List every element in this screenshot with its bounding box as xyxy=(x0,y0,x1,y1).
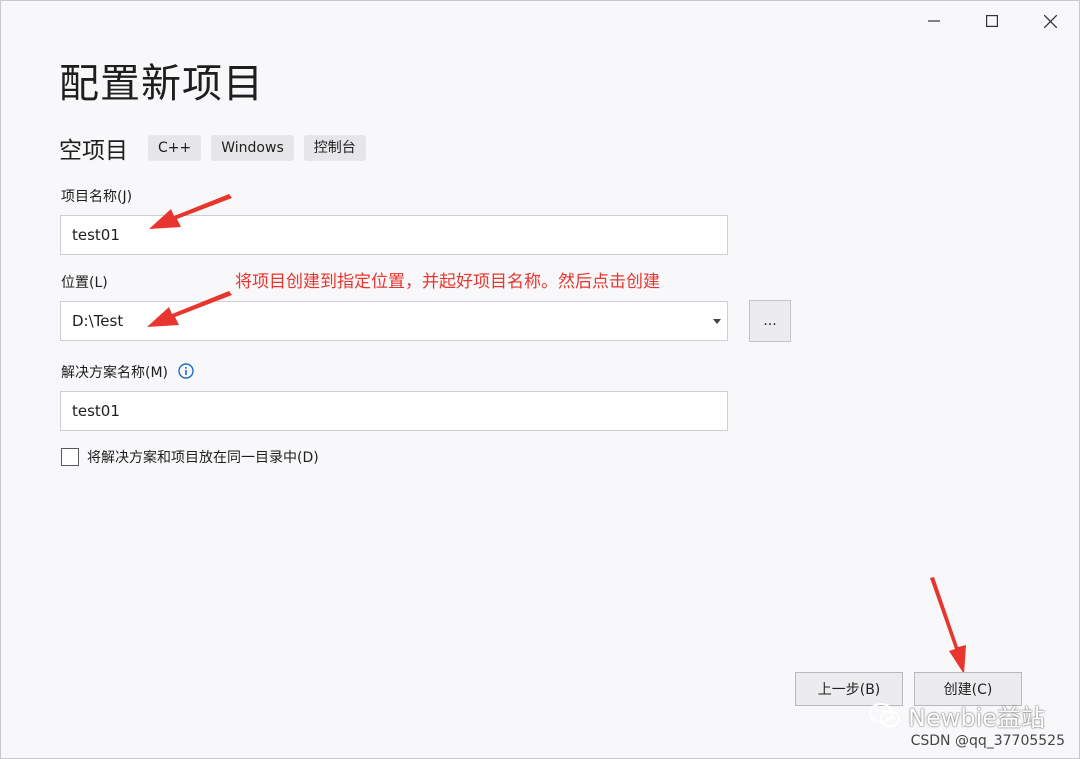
solution-name-value: test01 xyxy=(72,402,120,420)
watermark-credit: CSDN @qq_37705525 xyxy=(910,733,1065,749)
project-name-input[interactable]: test01 xyxy=(60,215,728,255)
solution-name-label-row: 解决方案名称(M) xyxy=(61,362,195,383)
watermark: Newbie益站 xyxy=(868,698,1045,733)
template-name: 空项目 xyxy=(59,138,128,164)
location-label: 位置(L) xyxy=(61,275,108,291)
close-button[interactable] xyxy=(1021,1,1079,41)
wechat-logo-icon xyxy=(868,702,900,727)
maximize-button[interactable] xyxy=(963,1,1021,41)
window-controls xyxy=(905,1,1079,41)
location-combobox[interactable]: D:\Test xyxy=(60,301,728,341)
dropdown-arrow-icon[interactable] xyxy=(713,319,721,324)
watermark-brand: Newbie益站 xyxy=(907,704,1045,732)
tag-platform: Windows xyxy=(211,135,294,161)
minimize-icon xyxy=(928,20,940,22)
info-icon[interactable] xyxy=(178,363,195,383)
tag-language: C++ xyxy=(148,135,202,161)
project-name-label: 项目名称(J) xyxy=(61,189,133,205)
same-directory-label: 将解决方案和项目放在同一目录中(D) xyxy=(87,450,319,466)
maximize-icon xyxy=(986,15,998,27)
solution-name-label: 解决方案名称(M) xyxy=(61,365,169,381)
project-name-value: test01 xyxy=(72,226,120,244)
dialog-window: 配置新项目 空项目 C++ Windows 控制台 项目名称(J) test01… xyxy=(0,0,1080,759)
same-directory-checkbox[interactable] xyxy=(61,448,79,466)
tag-project-type: 控制台 xyxy=(303,135,366,161)
location-value: D:\Test xyxy=(72,312,124,330)
same-directory-option[interactable]: 将解决方案和项目放在同一目录中(D) xyxy=(61,447,319,467)
annotation-text: 将项目创建到指定位置，并起好项目名称。然后点击创建 xyxy=(235,272,660,292)
close-icon xyxy=(1043,14,1057,28)
arrow-to-create-button xyxy=(930,577,966,674)
browse-button[interactable]: ... xyxy=(749,300,791,342)
minimize-button[interactable] xyxy=(905,1,963,41)
page-title: 配置新项目 xyxy=(59,61,264,107)
template-info: 空项目 C++ Windows 控制台 xyxy=(59,131,376,165)
solution-name-input[interactable]: test01 xyxy=(60,391,728,431)
